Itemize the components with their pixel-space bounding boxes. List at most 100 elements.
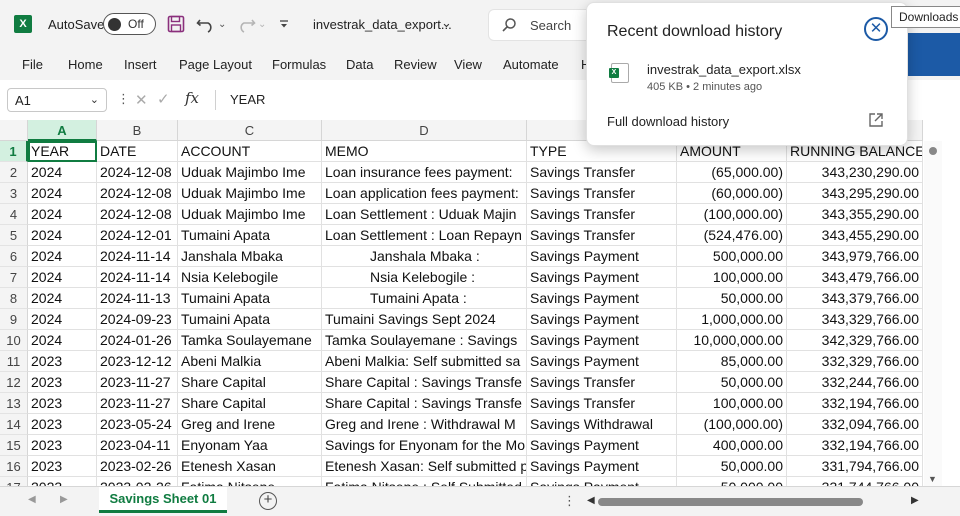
table-cell[interactable]: Tumaini Apata — [178, 225, 322, 246]
column-header-d[interactable]: D — [322, 120, 527, 141]
table-cell[interactable]: Savings Transfer — [527, 204, 677, 225]
redo-icon[interactable] — [236, 14, 256, 34]
autosave-toggle[interactable]: Off — [103, 13, 156, 35]
header-cell[interactable]: MEMO — [322, 141, 527, 162]
row-header[interactable]: 15 — [0, 435, 28, 456]
row-header[interactable]: 6 — [0, 246, 28, 267]
table-cell[interactable]: 332,094,766.00 — [787, 414, 923, 435]
table-cell[interactable]: Etenesh Xasan — [178, 456, 322, 477]
table-cell[interactable]: 331,794,766.00 — [787, 456, 923, 477]
table-cell[interactable]: 342,329,766.00 — [787, 330, 923, 351]
table-cell[interactable]: 2024 — [28, 246, 97, 267]
sheet-tab-savings-sheet-01[interactable]: Savings Sheet 01 — [99, 487, 227, 513]
table-cell[interactable]: 2023-02-26 — [97, 456, 178, 477]
table-cell[interactable]: 2024-12-08 — [97, 183, 178, 204]
tab-view[interactable]: View — [454, 57, 482, 72]
formula-input[interactable]: YEAR — [230, 92, 265, 107]
table-cell[interactable]: 2023 — [28, 351, 97, 372]
scroll-right-icon[interactable]: ▶ — [911, 495, 919, 506]
table-cell[interactable]: Janshala Mbaka — [178, 246, 322, 267]
table-cell[interactable]: Abeni Malkia: Self submitted sa — [322, 351, 527, 372]
table-cell[interactable]: Savings Transfer — [527, 225, 677, 246]
table-cell[interactable]: 2023-02-26 — [97, 477, 178, 486]
table-cell[interactable]: 343,479,766.00 — [787, 267, 923, 288]
table-cell[interactable]: 343,329,766.00 — [787, 309, 923, 330]
table-cell[interactable]: 100,000.00 — [677, 267, 787, 288]
tab-formulas[interactable]: Formulas — [272, 57, 326, 72]
table-cell[interactable]: 100,000.00 — [677, 393, 787, 414]
table-cell[interactable]: Etenesh Xasan: Self submitted p — [322, 456, 527, 477]
full-download-history-link[interactable]: Full download history — [607, 114, 729, 129]
table-cell[interactable]: 2023 — [28, 393, 97, 414]
table-cell[interactable]: Share Capital — [178, 372, 322, 393]
table-cell[interactable]: (60,000.00) — [677, 183, 787, 204]
table-cell[interactable]: Greg and Irene — [178, 414, 322, 435]
header-cell[interactable]: YEAR — [28, 141, 97, 162]
table-cell[interactable]: 2023-04-11 — [97, 435, 178, 456]
table-cell[interactable]: Tamka Soulayemane : Savings — [322, 330, 527, 351]
table-cell[interactable]: 500,000.00 — [677, 246, 787, 267]
undo-dropdown-icon[interactable]: ⌄ — [218, 14, 226, 34]
table-cell[interactable]: 400,000.00 — [677, 435, 787, 456]
row-header[interactable]: 8 — [0, 288, 28, 309]
table-cell[interactable]: Savings Transfer — [527, 162, 677, 183]
table-cell[interactable]: 2024 — [28, 309, 97, 330]
table-cell[interactable]: 343,295,290.00 — [787, 183, 923, 204]
table-cell[interactable]: (100,000.00) — [677, 414, 787, 435]
table-cell[interactable]: Nsia Kelebogile : — [322, 267, 527, 288]
table-cell[interactable]: 50,000.00 — [677, 456, 787, 477]
chevron-down-icon[interactable]: ⌄ — [441, 15, 452, 31]
table-cell[interactable]: 1,000,000.00 — [677, 309, 787, 330]
table-cell[interactable]: Loan Settlement : Uduak Majin — [322, 204, 527, 225]
row-header[interactable]: 10 — [0, 330, 28, 351]
table-cell[interactable]: 2024 — [28, 288, 97, 309]
table-cell[interactable]: Savings Transfer — [527, 372, 677, 393]
row-header[interactable]: 13 — [0, 393, 28, 414]
table-cell[interactable]: Savings Withdrawal — [527, 414, 677, 435]
table-cell[interactable]: 2024-11-13 — [97, 288, 178, 309]
table-cell[interactable]: Uduak Majimbo Ime — [178, 162, 322, 183]
table-cell[interactable]: Loan application fees payment: — [322, 183, 527, 204]
table-cell[interactable]: 332,329,766.00 — [787, 351, 923, 372]
undo-icon[interactable] — [196, 14, 216, 34]
table-cell[interactable]: Savings Transfer — [527, 393, 677, 414]
sheet-next-icon[interactable]: ▶ — [60, 494, 68, 505]
row-header[interactable]: 17 — [0, 477, 28, 486]
table-cell[interactable]: 332,194,766.00 — [787, 435, 923, 456]
table-cell[interactable]: Fatima Nitsepe — [178, 477, 322, 486]
row-header[interactable]: 1 — [0, 141, 28, 162]
table-cell[interactable]: Nsia Kelebogile — [178, 267, 322, 288]
table-cell[interactable]: 85,000.00 — [677, 351, 787, 372]
table-cell[interactable]: 50,000.00 — [677, 477, 787, 486]
table-cell[interactable]: 2023 — [28, 477, 97, 486]
table-cell[interactable]: 2023 — [28, 414, 97, 435]
table-cell[interactable]: 2023-11-27 — [97, 393, 178, 414]
table-cell[interactable]: Loan insurance fees payment: — [322, 162, 527, 183]
table-cell[interactable]: Uduak Majimbo Ime — [178, 183, 322, 204]
table-cell[interactable]: 2024-11-14 — [97, 267, 178, 288]
table-cell[interactable]: 331,744,766.00 — [787, 477, 923, 486]
row-header[interactable]: 7 — [0, 267, 28, 288]
sheet-options-icon[interactable]: ⋮ — [563, 493, 576, 509]
table-cell[interactable]: Savings Payment — [527, 330, 677, 351]
table-cell[interactable]: 343,355,290.00 — [787, 204, 923, 225]
tab-automate[interactable]: Automate — [503, 57, 559, 72]
tab-page-layout[interactable]: Page Layout — [179, 57, 252, 72]
table-cell[interactable]: Greg and Irene : Withdrawal M — [322, 414, 527, 435]
table-cell[interactable]: 332,244,766.00 — [787, 372, 923, 393]
scroll-down-icon[interactable]: ▼ — [928, 474, 937, 484]
table-cell[interactable]: Loan Settlement : Loan Repayn — [322, 225, 527, 246]
table-cell[interactable]: 2023-11-27 — [97, 372, 178, 393]
table-cell[interactable]: Tumaini Apata — [178, 309, 322, 330]
table-cell[interactable]: 2023-12-12 — [97, 351, 178, 372]
cancel-icon[interactable]: ✕ — [135, 91, 148, 109]
enter-icon[interactable]: ✓ — [157, 90, 170, 108]
table-cell[interactable]: 2024 — [28, 183, 97, 204]
table-cell[interactable]: 2024-01-26 — [97, 330, 178, 351]
column-header-c[interactable]: C — [178, 120, 322, 141]
table-cell[interactable]: Uduak Majimbo Ime — [178, 204, 322, 225]
table-cell[interactable]: 50,000.00 — [677, 372, 787, 393]
sheet-prev-icon[interactable]: ◀ — [28, 494, 36, 505]
table-cell[interactable]: 2024-11-14 — [97, 246, 178, 267]
tab-insert[interactable]: Insert — [124, 57, 157, 72]
